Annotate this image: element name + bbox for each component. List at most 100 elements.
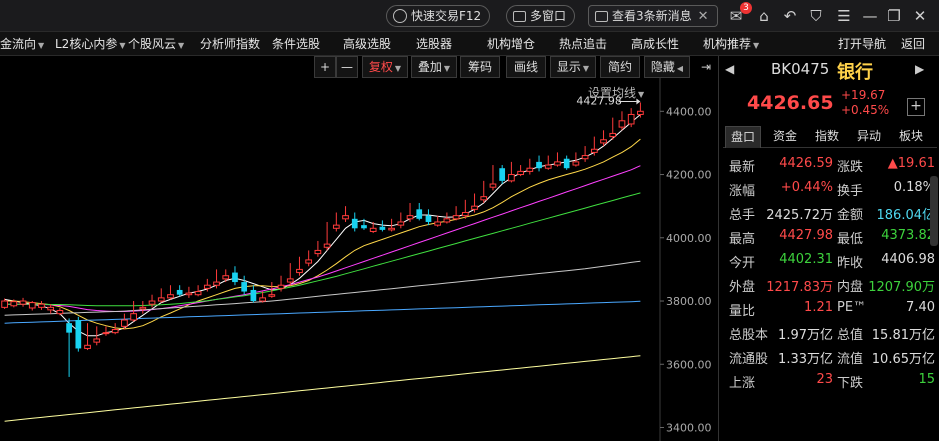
tab-pankou[interactable]: 盘口 <box>725 126 761 148</box>
quote-row: 外盘 1217.83万 内盘 1207.90万 <box>719 272 939 296</box>
news-button[interactable]: 查看3条新消息 ✕ <box>588 5 718 27</box>
next-stock-icon[interactable]: ▶ <box>915 62 924 76</box>
menu-institution-recommend[interactable]: 机构推荐 ▼ <box>703 32 759 56</box>
add-watchlist-button[interactable]: + <box>907 98 925 116</box>
menu-hotspot[interactable]: 热点追击 <box>559 32 607 56</box>
undo-icon[interactable]: ↶ <box>780 6 800 26</box>
quote-row: 涨幅 +0.44% 换手 0.18% <box>719 176 939 200</box>
quote-value: 1.33万亿 <box>778 352 833 367</box>
news-icon <box>595 11 608 22</box>
candle-body <box>379 226 386 230</box>
y-tick-label: 3800.00 <box>666 295 712 308</box>
quote-label: PE™ <box>837 300 867 315</box>
menu-label: 高级选股 <box>343 37 392 51</box>
quote-value: 186.04亿 <box>876 208 936 223</box>
menu-label: 选股器 <box>416 37 453 51</box>
quote-label: 最低 <box>837 232 864 247</box>
candle-body <box>517 170 524 176</box>
menu-label: 条件选股 <box>272 37 321 51</box>
show-label: 显示 <box>556 60 581 74</box>
stock-price: 4426.65 <box>747 92 834 114</box>
quote-row: 最新 4426.59 涨跌 ▲19.61 <box>719 152 939 176</box>
menu-institution-add[interactable]: 机构增仓 <box>487 32 535 56</box>
menu-label: 个股风云 <box>128 37 177 51</box>
prev-stock-icon[interactable]: ◀ <box>725 62 734 76</box>
quote-value: 1.21 <box>804 300 833 315</box>
quote-label: 流值 <box>837 352 864 367</box>
ma-line-ma30 <box>4 192 641 307</box>
menu-back[interactable]: 返回 <box>901 32 925 56</box>
close-icon[interactable]: ✕ <box>698 9 709 24</box>
multi-window-button[interactable]: 多窗口 <box>506 5 576 27</box>
zoom-in-button[interactable]: + <box>314 56 336 78</box>
show-button[interactable]: 显示 ▼ <box>550 56 596 78</box>
menu-l2[interactable]: L2核心内参 ▼ <box>55 32 125 56</box>
stock-header: ◀ BK0475 银行 ▶ 4426.65 +19.67 +0.45% + <box>719 56 939 124</box>
menu-analyst-index[interactable]: 分析师指数 <box>200 32 260 56</box>
candle-body <box>609 132 617 138</box>
quote-label: 量比 <box>729 304 756 319</box>
candle-body <box>342 215 349 220</box>
quote-value: 10.65万亿 <box>871 352 935 367</box>
candle-body <box>590 148 598 153</box>
y-tick-label: 4200.00 <box>666 169 712 182</box>
double-left-icon: ◀ <box>676 64 684 73</box>
candle-body <box>627 113 635 125</box>
window-icon <box>513 11 526 22</box>
kline-chart[interactable]: 4400.00 4200.00 4000.00 3800.00 3600.00 3400.… <box>0 78 716 441</box>
caret-down-icon: ▼ <box>443 64 451 73</box>
y-tick-label: 4000.00 <box>666 232 712 245</box>
panel-scrollbar[interactable] <box>930 176 938 246</box>
candle-body <box>84 344 91 349</box>
menu-open-nav[interactable]: 打开导航 <box>838 32 886 56</box>
stock-code: BK0475 <box>771 60 830 78</box>
tab-movement[interactable]: 异动 <box>851 126 887 148</box>
kline-svg: 4400.00 4200.00 4000.00 3800.00 3600.00 3400.… <box>1 78 712 441</box>
quote-label: 昨收 <box>837 256 864 271</box>
hide-button[interactable]: 隐藏 ◀ <box>644 56 690 78</box>
candle-body <box>563 158 570 169</box>
home-icon[interactable]: ⌂ <box>754 6 774 26</box>
quote-row: 上涨 23 下跌 15 <box>719 368 939 392</box>
menu-high-growth[interactable]: 高成长性 <box>631 32 679 56</box>
menu-stock-picker[interactable]: 选股器 <box>416 32 452 56</box>
draw-line-button[interactable]: 画线 <box>506 56 546 78</box>
menu-label: 机构推荐 <box>703 37 752 51</box>
setting-ma-button[interactable]: 设置均线 ▼ <box>588 84 644 101</box>
chips-button[interactable]: 筹码 <box>460 56 500 78</box>
menu-stock-news[interactable]: 个股风云 ▼ <box>128 32 184 56</box>
candle-body <box>56 310 64 315</box>
menu-advanced-pick[interactable]: 高级选股 <box>343 32 391 56</box>
candle-body <box>314 249 322 255</box>
simple-button[interactable]: 简约 <box>600 56 640 78</box>
coin-icon <box>393 9 407 23</box>
tab-sector[interactable]: 板块 <box>893 126 929 148</box>
tab-index[interactable]: 指数 <box>809 126 845 148</box>
close-window-icon[interactable]: ✕ <box>910 6 930 26</box>
tab-funds[interactable]: 资金 <box>767 126 803 148</box>
caret-down-icon: ▼ <box>38 41 45 50</box>
quote-value: 4402.31 <box>779 252 833 267</box>
minimize-icon[interactable]: — <box>860 6 880 26</box>
quick-trade-button[interactable]: 快速交易F12 <box>386 5 491 27</box>
candle-body <box>167 294 174 299</box>
caret-down-icon: ▼ <box>582 64 590 73</box>
candle-body <box>157 297 165 302</box>
menu-fund-flow[interactable]: 金流向 ▼ <box>0 32 44 56</box>
zoom-out-button[interactable]: — <box>336 56 358 78</box>
expand-panel-icon[interactable]: ⇥ <box>696 56 716 78</box>
title-bar: 快速交易F12 多窗口 查看3条新消息 ✕ ✉ 3 ⌂ ↶ ⛉ ☰ — ❐ ✕ <box>0 0 939 32</box>
menu-icon[interactable]: ☰ <box>834 6 854 26</box>
shirt-icon[interactable]: ⛉ <box>806 6 826 26</box>
fuquan-button[interactable]: 复权 ▼ <box>362 56 408 78</box>
restore-icon[interactable]: ❐ <box>884 6 904 26</box>
candle-body <box>351 218 358 229</box>
menu-label: 机构增仓 <box>487 37 536 51</box>
quote-value: +0.44% <box>780 180 833 195</box>
quote-row: 总手 2425.72万 金额 186.04亿 <box>719 200 939 224</box>
candle-body <box>388 227 395 231</box>
candle-body <box>434 221 442 226</box>
menu-condition-pick[interactable]: 条件选股 <box>272 32 320 56</box>
caret-down-icon: ▼ <box>638 90 645 99</box>
overlay-button[interactable]: 叠加 ▼ <box>411 56 457 78</box>
